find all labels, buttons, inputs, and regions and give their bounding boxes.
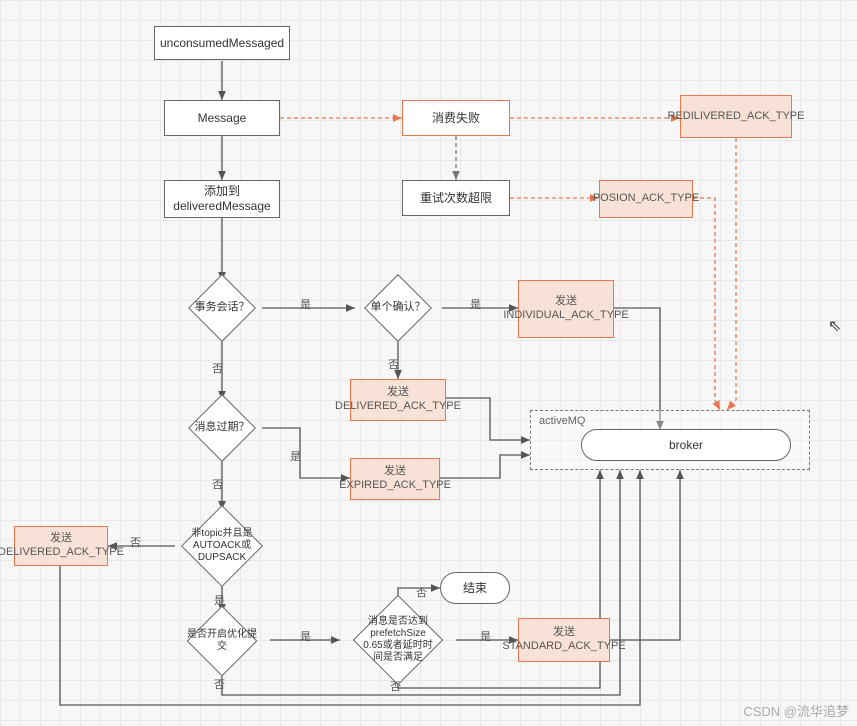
decision-optimize-commit: 是否开启优化提 交 — [175, 613, 269, 669]
node-retry-label: 重试次数超限 — [420, 191, 492, 206]
node-unconsumed-label: unconsumedMessaged — [160, 36, 284, 51]
node-send-standard-ack: 发送 STANDARD_ACK_TYPE — [518, 618, 610, 662]
node-send-expired-ack: 发送 EXPIRED_ACK_TYPE — [350, 458, 440, 500]
node-redelivered-label: REDILIVERED_ACK_TYPE — [668, 110, 805, 124]
node-consume-fail: 消费失败 — [402, 100, 510, 136]
node-message: Message — [164, 100, 280, 136]
edge-label-no-4: 否 — [130, 534, 141, 550]
node-send-expired-label: 发送 EXPIRED_ACK_TYPE — [339, 465, 451, 493]
cursor-icon: ⇖ — [828, 316, 841, 336]
edge-label-yes-6: 是 — [480, 628, 491, 644]
node-send-delivered-label: 发送 DELIVERED_ACK_TYPE — [335, 386, 461, 414]
decision-expired-label: 消息过期？ — [193, 421, 252, 434]
watermark: CSDN @流华追梦 — [743, 701, 849, 720]
node-added-delivered: 添加到 deliveredMessage — [164, 180, 280, 218]
decision-individual-label: 单个确认？ — [369, 301, 428, 314]
edge-label-yes-3: 是 — [290, 448, 301, 464]
decision-prefetch-check: 消息是否达到 prefetchSize 0.65或者延时时 间是否满足 — [340, 604, 456, 676]
edge-label-yes-2: 是 — [470, 296, 481, 312]
node-send-individual-ack: 发送 INDIVIDUAL_ACK_TYPE — [518, 280, 614, 338]
node-end-label: 结束 — [463, 581, 487, 596]
decision-msg-expired: 消息过期？ — [182, 400, 262, 456]
edge-label-no-5: 否 — [214, 676, 225, 692]
edge-label-no-1: 否 — [212, 360, 223, 376]
decision-prefetch-label: 消息是否达到 prefetchSize 0.65或者延时时 间是否满足 — [361, 616, 434, 664]
node-send-delivered-ack: 发送 DELIVERED_ACK_TYPE — [350, 379, 446, 421]
edge-label-yes-4: 是 — [214, 592, 225, 608]
node-send-delivered-ack-2: 发送 DELIVERED_ACK_TYPE — [14, 526, 108, 566]
node-send-individual-label: 发送 INDIVIDUAL_ACK_TYPE — [503, 295, 628, 323]
node-end: 结束 — [440, 572, 510, 604]
node-send-standard-label: 发送 STANDARD_ACK_TYPE — [502, 626, 625, 654]
container-activemq: activeMQ broker — [530, 410, 810, 470]
edge-label-yes-5: 是 — [300, 628, 311, 644]
node-added-label: 添加到 deliveredMessage — [173, 184, 270, 214]
edge-label-yes-1: 是 — [300, 296, 311, 312]
decision-topic-label: 非topic并且是 AUTOACK或 DUPSACK — [189, 528, 254, 564]
node-posion-ack: POSION_ACK_TYPE — [599, 180, 693, 218]
node-unconsumed: unconsumedMessaged — [154, 26, 290, 60]
node-message-label: Message — [198, 111, 247, 126]
node-broker-label: broker — [669, 438, 703, 453]
decision-individual-confirm: 单个确认？ — [355, 281, 441, 335]
decision-transaction-session: 事务会话？ — [182, 281, 262, 335]
edge-label-no-6: 否 — [416, 584, 427, 600]
node-broker: broker — [581, 429, 791, 461]
edge-label-no-7: 否 — [390, 678, 401, 694]
edge-label-no-2: 否 — [388, 356, 399, 372]
edge-label-no-3: 否 — [212, 476, 223, 492]
decision-optimize-label: 是否开启优化提 交 — [185, 629, 259, 653]
decision-topic-autoack: 非topic并且是 AUTOACK或 DUPSACK — [175, 510, 269, 582]
decision-transaction-label: 事务会话？ — [193, 301, 252, 314]
node-posion-label: POSION_ACK_TYPE — [593, 192, 699, 206]
activemq-label: activeMQ — [539, 415, 585, 429]
node-consume-fail-label: 消费失败 — [432, 111, 480, 126]
node-send-delivered2-label: 发送 DELIVERED_ACK_TYPE — [0, 532, 124, 560]
node-retry-exceeded: 重试次数超限 — [402, 180, 510, 216]
node-redelivered-ack: REDILIVERED_ACK_TYPE — [680, 95, 792, 138]
